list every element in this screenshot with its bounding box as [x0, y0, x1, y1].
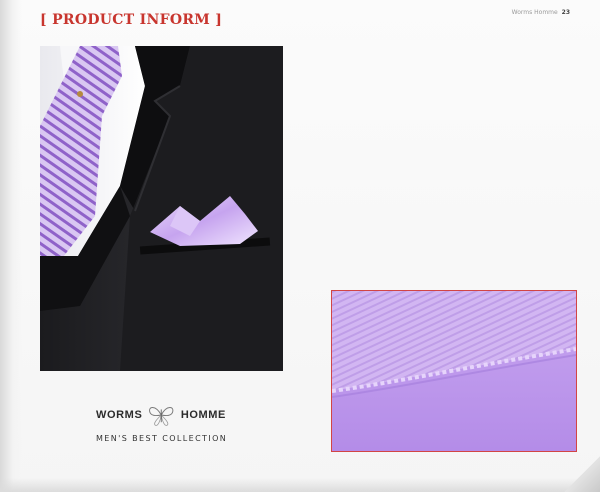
suit-illustration [40, 46, 283, 371]
page-reference: Worms Homme 23 [512, 9, 570, 16]
page-bottom-shadow [0, 478, 600, 492]
butterfly-emblem-icon [149, 407, 174, 426]
brand-wordmark: WORMS HOMME [96, 400, 226, 430]
brand-logo: WORMS HOMME MEN'S BEST COLLECTION [96, 400, 226, 443]
suit-product-photo [40, 46, 283, 371]
brand-left-word: WORMS [96, 409, 143, 421]
fabric-illustration [332, 291, 576, 451]
fabric-detail-photo [331, 290, 577, 452]
page-label: Worms Homme [511, 9, 558, 16]
page-binding-shadow [0, 0, 22, 492]
page-curl-corner[interactable] [564, 456, 600, 492]
brand-tagline: MEN'S BEST COLLECTION [96, 434, 228, 443]
page-number: 23 [561, 9, 570, 16]
catalog-page: [ PRODUCT INFORM ] Worms Homme 23 WORMS … [0, 0, 600, 492]
brand-right-word: HOMME [180, 409, 226, 421]
section-title: [ PRODUCT INFORM ] [40, 12, 223, 28]
